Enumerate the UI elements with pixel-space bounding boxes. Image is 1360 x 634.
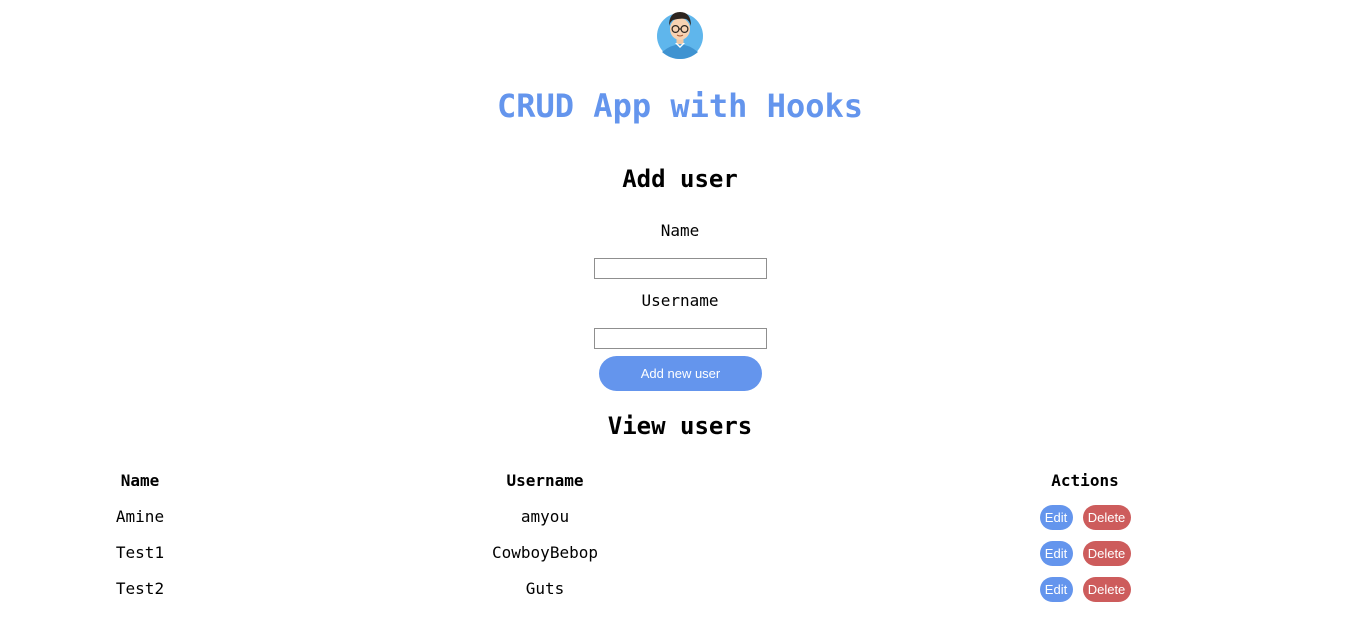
- user-username-cell: amyou: [520, 507, 570, 526]
- crud-app-page: CRUD App with Hooks Add user Name Userna…: [0, 0, 1360, 634]
- table-row: Amine amyou Edit Delete: [0, 499, 1360, 535]
- table-row: Test2 Guts Edit Delete: [0, 571, 1360, 607]
- delete-button[interactable]: Delete: [1082, 576, 1131, 602]
- user-name-cell: Test2: [115, 579, 165, 598]
- actions-cell: Edit Delete: [985, 535, 1185, 571]
- user-username-cell: Guts: [525, 579, 565, 598]
- edit-button[interactable]: Edit: [1039, 576, 1073, 602]
- actions-cell: Edit Delete: [985, 571, 1185, 607]
- table-row: Test1 CowboyBebop Edit Delete: [0, 535, 1360, 571]
- delete-button[interactable]: Delete: [1082, 504, 1131, 530]
- username-input[interactable]: [594, 328, 767, 349]
- username-label: Username: [641, 291, 719, 310]
- delete-button[interactable]: Delete: [1082, 540, 1131, 566]
- edit-button[interactable]: Edit: [1039, 540, 1073, 566]
- add-user-heading: Add user: [622, 165, 738, 193]
- add-new-user-button[interactable]: Add new user: [599, 356, 762, 391]
- view-users-heading: View users: [607, 412, 753, 440]
- actions-cell: Edit Delete: [985, 499, 1185, 535]
- user-avatar-icon: [657, 12, 703, 59]
- name-input[interactable]: [594, 258, 767, 279]
- name-label: Name: [660, 221, 700, 240]
- edit-button[interactable]: Edit: [1039, 504, 1073, 530]
- column-header-username: Username: [506, 471, 584, 490]
- app-title: CRUD App with Hooks: [496, 87, 864, 125]
- column-header-actions: Actions: [1051, 471, 1119, 490]
- column-header-name: Name: [120, 471, 160, 490]
- actions-group: Edit Delete: [985, 499, 1185, 535]
- user-name-cell: Amine: [115, 507, 165, 526]
- user-name-cell: Test1: [115, 543, 165, 562]
- table-header-row: Name Username Actions: [0, 463, 1360, 499]
- users-table: Name Username Actions Amine amyou Edit D…: [0, 463, 1360, 607]
- actions-group: Edit Delete: [985, 535, 1185, 571]
- actions-group: Edit Delete: [985, 571, 1185, 607]
- user-username-cell: CowboyBebop: [492, 543, 598, 562]
